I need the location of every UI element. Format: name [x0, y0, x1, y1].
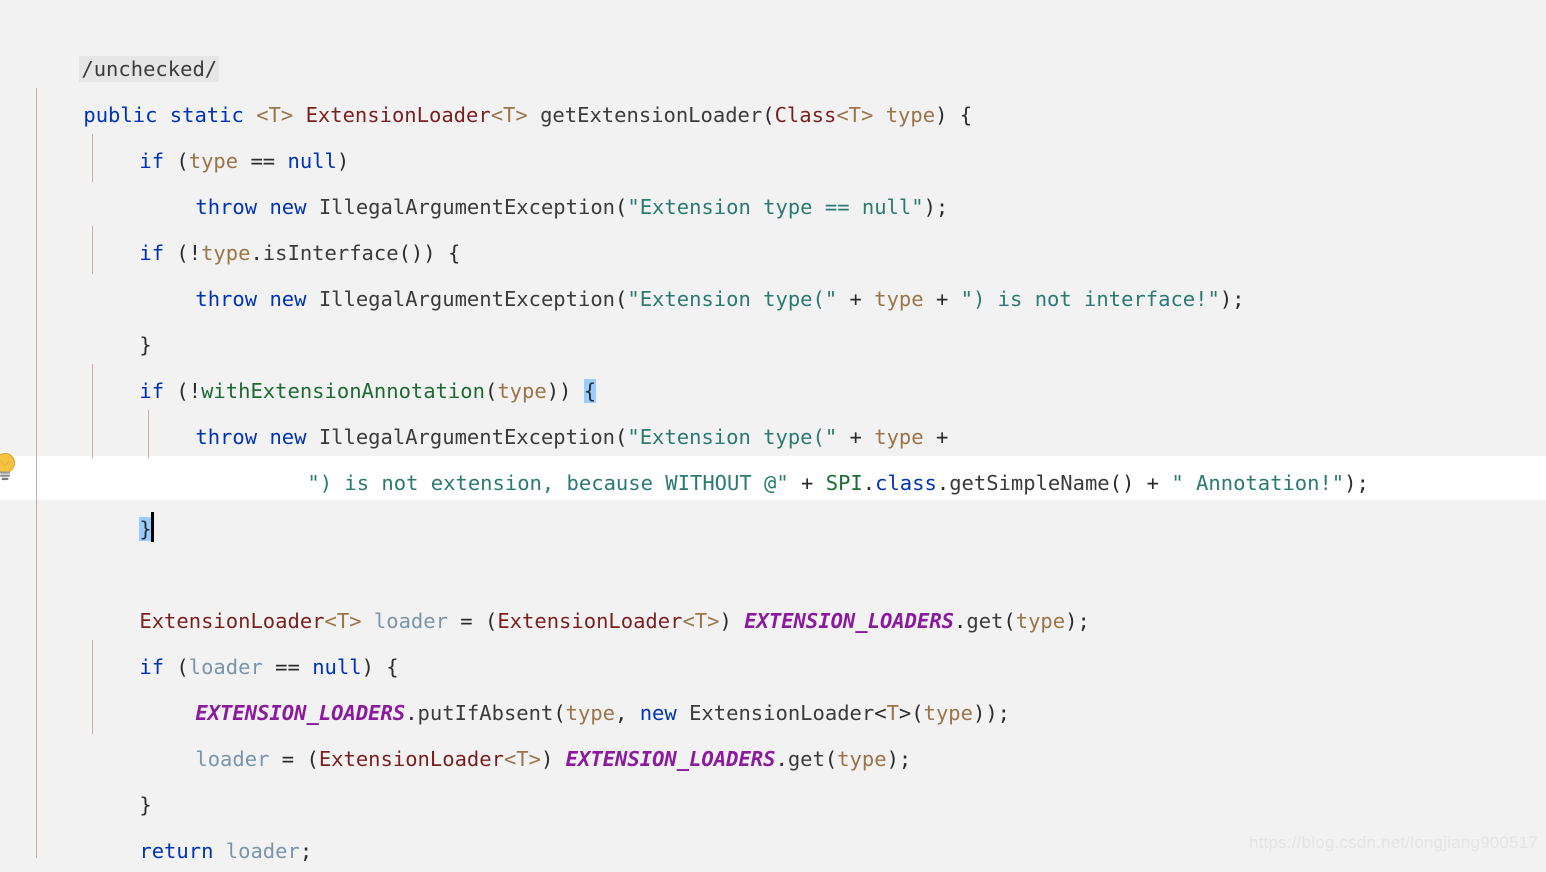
variable-type: type: [923, 701, 973, 725]
local-variable-loader: loader: [195, 747, 270, 771]
semicolon: ;: [299, 839, 313, 863]
code-line-4[interactable]: throw new IllegalArgumentException("Exte…: [146, 138, 948, 219]
param-name-type: type: [885, 103, 936, 127]
operator-concat: +: [837, 287, 875, 311]
string-literal-part2: ") is not extension, because WITHOUT @": [307, 471, 789, 495]
paren-open: (: [762, 103, 775, 127]
code-line-13[interactable]: ExtensionLoader<T> loader = (ExtensionLo…: [90, 552, 1089, 633]
code-line-15[interactable]: EXTENSION_LOADERS.putIfAbsent(type, new …: [146, 644, 1010, 725]
static-field-extension-loaders[interactable]: EXTENSION_LOADERS: [744, 609, 954, 633]
code-line-10[interactable]: ") is not extension, because WITHOUT @" …: [258, 414, 1368, 495]
dot: .: [862, 471, 876, 495]
keyword-class: class: [875, 471, 937, 495]
code-editor[interactable]: /unchecked/ public static <T> ExtensionL…: [0, 0, 1546, 872]
cast-class-name: ExtensionLoader: [497, 609, 683, 633]
code-line-1[interactable]: /unchecked/: [30, 0, 220, 82]
method-getsimplename[interactable]: getSimpleName: [949, 471, 1109, 495]
keyword-new: new: [269, 287, 307, 311]
paren-concat: () +: [1109, 471, 1172, 495]
static-field-extension-loaders[interactable]: EXTENSION_LOADERS: [566, 747, 776, 771]
variable-type: type: [874, 287, 924, 311]
string-literal-part2: ") is not interface!": [960, 287, 1220, 311]
cast-type-parameter: <T>: [682, 609, 720, 633]
dot: .: [954, 609, 967, 633]
code-line-19[interactable]: }: [34, 828, 96, 872]
operator-concat: +: [788, 471, 826, 495]
code-line-7[interactable]: }: [90, 276, 151, 357]
code-line-5[interactable]: if (!type.isInterface()) {: [90, 184, 460, 265]
keyword-return: return: [139, 839, 214, 863]
text-caret: [150, 512, 154, 542]
paren-close: ): [719, 609, 745, 633]
code-line-9[interactable]: throw new IllegalArgumentException("Exte…: [146, 368, 948, 449]
paren-close-semicolon: );: [923, 195, 949, 219]
exception-class[interactable]: IllegalArgumentException: [319, 287, 615, 311]
static-class-spi[interactable]: SPI: [826, 471, 863, 495]
dot: .: [775, 747, 788, 771]
code-line-18[interactable]: return loader;: [90, 782, 312, 863]
paren-close-semicolon: );: [886, 747, 912, 771]
variable-type: type: [837, 747, 887, 771]
paren-open: (: [824, 747, 838, 771]
keyword-throw: throw: [195, 425, 258, 449]
paren-close-semicolon: );: [1344, 471, 1369, 495]
paren-close-semicolon: ));: [972, 701, 1011, 725]
paren-close-semicolon: );: [1219, 287, 1245, 311]
paren-open: (: [1003, 609, 1016, 633]
code-line-14[interactable]: if (loader == null) {: [90, 598, 398, 679]
cast-type-parameter: <T>: [503, 747, 541, 771]
cast-type-class[interactable]: ExtensionLoader: [319, 747, 504, 771]
paren-open: (: [615, 287, 628, 311]
method-get[interactable]: get: [966, 609, 1003, 633]
string-literal-part3: " Annotation!": [1171, 471, 1345, 495]
watermark: https://blog.csdn.net/longjiang900517: [1248, 833, 1538, 852]
local-variable-loader: loader: [225, 839, 300, 863]
keyword-throw: throw: [195, 287, 258, 311]
operator-assign: = (: [269, 747, 319, 771]
indent-guide-level1: [36, 88, 37, 858]
code-line-6[interactable]: throw new IllegalArgumentException("Exte…: [146, 230, 1244, 311]
paren-close-brace: ) {: [935, 103, 973, 127]
param-type-class[interactable]: Class: [775, 103, 837, 127]
variable-type: type: [1015, 609, 1066, 633]
paren-open: (: [911, 701, 924, 725]
code-line-17[interactable]: }: [90, 736, 151, 817]
lightbulb-intention-icon[interactable]: [0, 452, 18, 482]
string-literal-part1: "Extension type(": [627, 287, 838, 311]
code-line-11[interactable]: }: [90, 460, 154, 542]
code-line-2[interactable]: public static <T> ExtensionLoader<T> get…: [34, 46, 972, 127]
paren-open: (: [615, 195, 628, 219]
operator-assign: = (: [447, 609, 498, 633]
operator-concat: +: [923, 287, 961, 311]
code-line-3[interactable]: if (type == null): [90, 92, 349, 173]
method-get[interactable]: get: [788, 747, 825, 771]
paren-close-semicolon: );: [1065, 609, 1090, 633]
param-type-parameter: <T>: [836, 103, 874, 127]
return-type-parameter: <T>: [490, 103, 528, 127]
paren-close: ): [540, 747, 566, 771]
cast-type-class[interactable]: ExtensionLoader: [497, 609, 682, 633]
code-line-8[interactable]: if (!withExtensionAnnotation(type)) {: [90, 322, 597, 403]
code-line-16[interactable]: loader = (ExtensionLoader<T>) EXTENSION_…: [146, 690, 911, 771]
string-literal: "Extension type == null": [627, 195, 924, 219]
method-name[interactable]: getExtensionLoader: [540, 103, 762, 127]
dot: .: [936, 471, 950, 495]
